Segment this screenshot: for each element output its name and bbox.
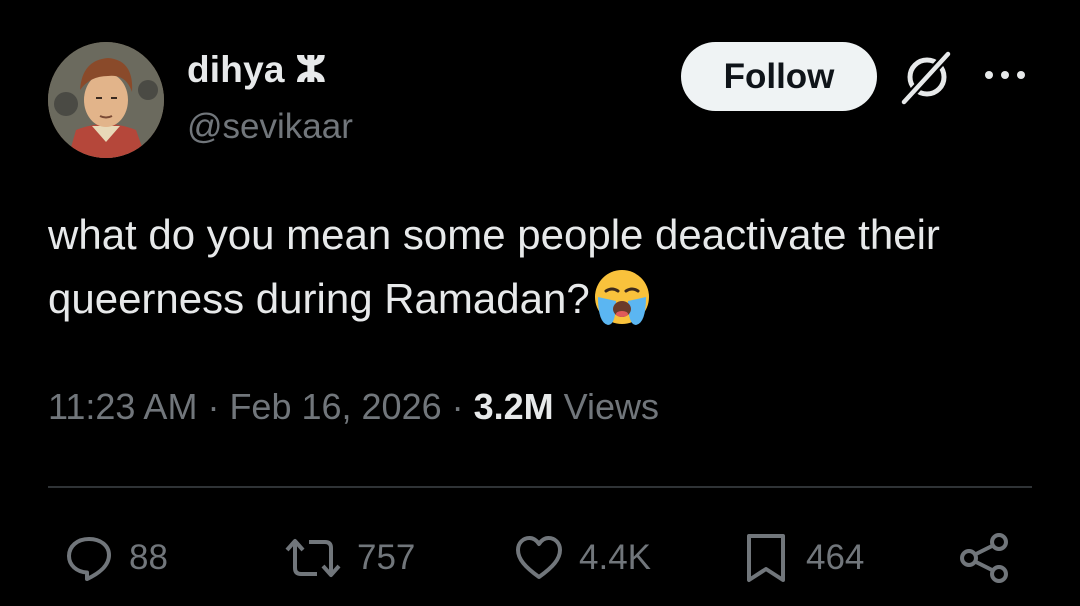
tweet-text: what do you mean some people deactivate … bbox=[48, 203, 1028, 331]
reply-icon bbox=[67, 537, 111, 581]
views-label: Views bbox=[553, 386, 660, 427]
reply-count: 88 bbox=[129, 538, 168, 577]
avatar-illustration bbox=[48, 42, 164, 158]
bookmark-icon bbox=[747, 534, 785, 582]
tweet-body: what do you mean some people deactivate … bbox=[48, 211, 940, 322]
tweet-meta: 11:23 AM · Feb 16, 2026 · 3.2M Views bbox=[48, 386, 659, 428]
divider bbox=[48, 486, 1032, 488]
bookmark-button[interactable]: 464 bbox=[740, 530, 864, 586]
grok-icon[interactable] bbox=[898, 48, 956, 106]
more-options-icon[interactable] bbox=[980, 62, 1030, 88]
share-icon bbox=[960, 533, 1008, 583]
tweet-date[interactable]: Feb 16, 2026 bbox=[229, 386, 441, 427]
like-count: 4.4K bbox=[579, 538, 651, 577]
heart-icon bbox=[516, 536, 562, 579]
bookmark-count: 464 bbox=[806, 538, 865, 577]
loudly-crying-face-icon bbox=[594, 270, 649, 325]
share-button[interactable] bbox=[955, 530, 1015, 586]
meta-separator: · bbox=[197, 386, 230, 427]
user-handle[interactable]: @sevikaar bbox=[187, 107, 353, 147]
repost-button[interactable]: 757 bbox=[283, 530, 415, 586]
repost-count: 757 bbox=[357, 538, 416, 577]
like-button[interactable]: 4.4K bbox=[513, 530, 651, 586]
reply-button[interactable]: 88 bbox=[63, 530, 168, 586]
display-name[interactable]: dihya ⵣ bbox=[187, 48, 327, 91]
repost-icon bbox=[285, 539, 341, 577]
views-count: 3.2M bbox=[473, 386, 554, 427]
meta-separator: · bbox=[441, 386, 474, 427]
follow-button[interactable]: Follow bbox=[681, 42, 877, 111]
avatar[interactable] bbox=[48, 42, 164, 158]
tweet-time[interactable]: 11:23 AM bbox=[48, 386, 197, 427]
